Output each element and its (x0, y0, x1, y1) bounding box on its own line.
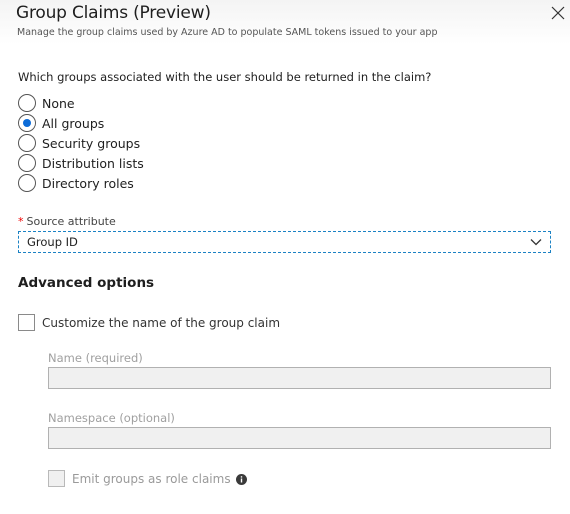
radio-option-none[interactable]: None (18, 93, 144, 113)
namespace-field-label: Namespace (optional) (48, 411, 175, 425)
radio-button[interactable] (18, 174, 36, 192)
source-attribute-label: * Source attribute (18, 215, 116, 228)
radio-label: Directory roles (42, 175, 134, 191)
close-icon (551, 6, 565, 20)
emit-role-claims-checkbox[interactable] (48, 470, 65, 487)
name-field[interactable] (48, 367, 551, 389)
source-attribute-select[interactable]: Group ID (18, 231, 551, 253)
groups-radio-group: None All groups Security groups Distribu… (18, 93, 144, 193)
name-field-label: Name (required) (48, 351, 143, 365)
close-button[interactable] (550, 5, 566, 21)
panel-subtitle: Manage the group claims used by Azure AD… (17, 27, 438, 38)
radio-button[interactable] (18, 94, 36, 112)
emit-role-claims-option[interactable]: Emit groups as role claims (48, 470, 247, 487)
emit-role-claims-label: Emit groups as role claims (72, 471, 231, 486)
panel-title: Group Claims (Preview) (16, 3, 211, 23)
source-attribute-value: Group ID (27, 235, 78, 249)
advanced-options-heading: Advanced options (18, 275, 155, 291)
customize-name-option[interactable]: Customize the name of the group claim (18, 314, 280, 331)
info-icon[interactable] (235, 474, 247, 485)
radio-button[interactable] (18, 134, 36, 152)
radio-button[interactable] (18, 154, 36, 172)
radio-label: Distribution lists (42, 155, 144, 171)
panel-header: Group Claims (Preview) Manage the group … (0, 0, 570, 44)
radio-label: All groups (42, 115, 105, 131)
namespace-field[interactable] (48, 427, 551, 449)
groups-question: Which groups associated with the user sh… (18, 70, 432, 84)
source-attribute-label-text: Source attribute (26, 215, 116, 228)
customize-name-label: Customize the name of the group claim (42, 315, 281, 330)
radio-label: None (42, 95, 75, 111)
radio-label: Security groups (42, 135, 141, 151)
radio-option-security-groups[interactable]: Security groups (18, 133, 144, 153)
radio-option-all-groups[interactable]: All groups (18, 113, 144, 133)
customize-name-checkbox[interactable] (18, 314, 35, 331)
required-marker: * (18, 215, 24, 228)
radio-button[interactable] (18, 114, 36, 132)
radio-option-distribution-lists[interactable]: Distribution lists (18, 153, 144, 173)
radio-option-directory-roles[interactable]: Directory roles (18, 173, 144, 193)
chevron-down-icon (530, 239, 542, 246)
